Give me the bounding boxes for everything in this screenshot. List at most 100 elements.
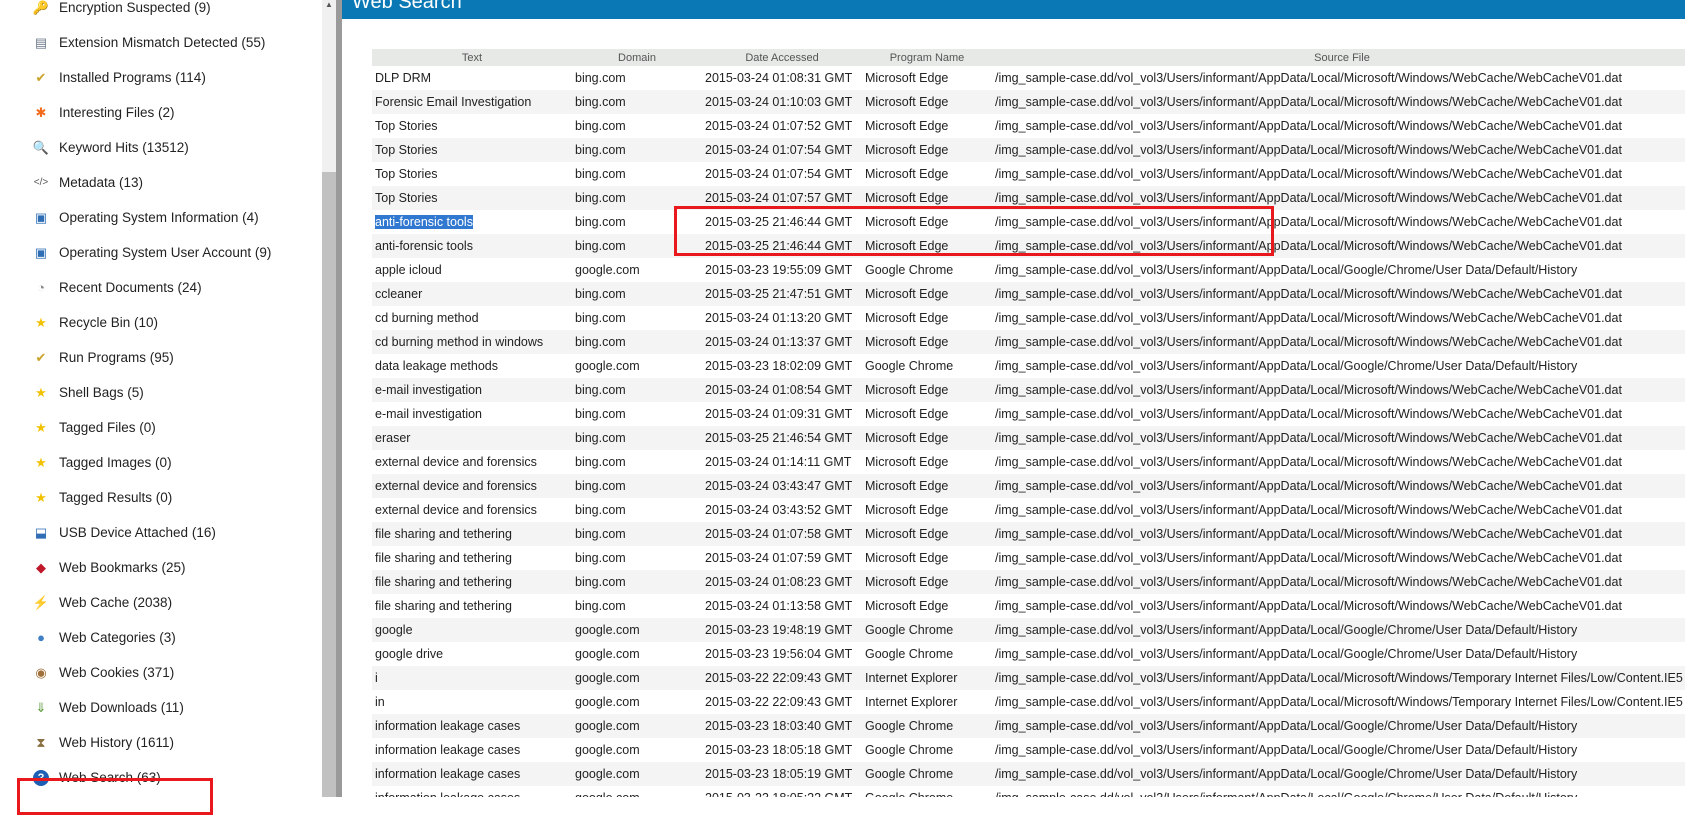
sidebar-scrollbar[interactable]: ▲ [322, 0, 336, 797]
table-row[interactable]: data leakage methods google.com 2015-03-23… [372, 354, 1685, 378]
sidebar-item[interactable]: ★ Tagged Files (0) [0, 410, 320, 445]
table-row[interactable]: information leakage casesgoogle.com2015-… [372, 738, 1685, 762]
cell-date-accessed: 2015-03-24 01:09:31 GMT [705, 407, 853, 421]
sidebar-item[interactable]: ▤ Extension Mismatch Detected (55) [0, 25, 320, 60]
table-row[interactable]: information leakage casesgoogle.com2015-… [372, 714, 1685, 738]
table-row[interactable]: Forensic Email Investigation bing.com 2015… [372, 90, 1685, 114]
cell-domain: bing.com [572, 330, 702, 354]
sidebar-item[interactable]: ⚡ Web Cache (2038) [0, 585, 320, 620]
cell-text: Top Stories [375, 119, 438, 133]
sidebar-item[interactable]: ? Web Search (63) [0, 760, 320, 795]
cell-text: anti-forensic tools [372, 210, 572, 234]
table-row[interactable]: file sharing and tethering bing.com 2015-0… [372, 570, 1685, 594]
cell-text: external device and forensics [375, 455, 537, 469]
table-body: DLP DRM bing.com 2015-03-24 01:08:31 GMT Mi… [372, 66, 1685, 797]
results-table-wrap: Text Domain Date Accessed Program Name S… [372, 49, 1685, 797]
cell-domain: google.com [572, 666, 702, 690]
table-row[interactable]: ccleaner bing.com 2015-03-25 21:47:51 GMT M… [372, 282, 1685, 306]
cell-source-file: /img_sample-case.dd/vol_vol3/Users/infor… [995, 167, 1622, 181]
star-icon: ★ [35, 419, 47, 435]
table-row[interactable]: Top Stories bing.com 2015-03-24 01:07:54 G… [372, 162, 1685, 186]
sidebar-item-label: Metadata (13) [59, 175, 144, 190]
cell-source-file: /img_sample-case.dd/vol_vol3/Users/infor… [995, 599, 1622, 613]
table-row[interactable]: e-mail investigation bing.com 2015-03-24 0… [372, 378, 1685, 402]
sidebar-item-label: Extension Mismatch Detected (55) [59, 35, 266, 50]
usb-icon: ⬓ [34, 524, 48, 540]
star-icon: ★ [35, 314, 47, 330]
scroll-up-arrow-icon[interactable]: ▲ [325, 0, 333, 9]
cell-program-name: Google Chrome [865, 263, 954, 277]
sidebar-item[interactable]: ✔ Run Programs (95) [0, 340, 320, 375]
table-row[interactable]: information leakage casesgoogle.com2015-… [372, 762, 1685, 786]
table-row[interactable]: e-mail investigation bing.com 2015-03-24 0… [372, 402, 1685, 426]
sidebar-item[interactable]: ◉ Web Cookies (371) [0, 655, 320, 690]
table-row[interactable]: file sharing and tethering bing.com 2015-0… [372, 522, 1685, 546]
sidebar-item[interactable]: ⬓ USB Device Attached (16) [0, 515, 320, 550]
cell-program-name: Google Chrome [862, 762, 992, 786]
column-header-text[interactable]: Text [372, 49, 572, 66]
sidebar-item[interactable]: </> Metadata (13) [0, 165, 320, 200]
table-row[interactable]: google google.com 2015-03-23 19:48:19 GMT G… [372, 618, 1685, 642]
sidebar: 🔑 Encryption Suspected (9) ▤ Extension Mism… [0, 0, 322, 797]
column-header-domain[interactable]: Domain [572, 49, 702, 66]
cell-source-file: /img_sample-case.dd/vol_vol3/Users/infor… [995, 695, 1683, 709]
cell-date-accessed: 2015-03-24 01:14:11 GMT [705, 455, 852, 469]
table-row[interactable]: external device and forensics bing.com 201… [372, 498, 1685, 522]
table-row[interactable]: external device and forensics bing.com 201… [372, 450, 1685, 474]
cell-text: external device and forensics [375, 503, 537, 517]
sidebar-item[interactable]: ★ Shell Bags (5) [0, 375, 320, 410]
sidebar-item[interactable]: ◆ Web Bookmarks (25) [0, 550, 320, 585]
sidebar-item[interactable]: ★ Recycle Bin (10) [0, 305, 320, 340]
sidebar-item[interactable]: ✔ Installed Programs (114) [0, 60, 320, 95]
sidebar-item-label: Keyword Hits (13512) [59, 140, 189, 155]
sidebar-item-label: USB Device Attached (16) [59, 525, 216, 540]
cell-domain: bing.com [572, 234, 702, 258]
column-header-program-name[interactable]: Program Name [862, 49, 992, 66]
sidebar-item[interactable]: ◔ Recent Documents (24) [0, 270, 320, 305]
cell-domain: bing.com [572, 522, 702, 546]
table-row[interactable]: anti-forensic tools bing.com 2015-03-25 21… [372, 210, 1685, 234]
table-row[interactable]: DLP DRM bing.com 2015-03-24 01:08:31 GMT Mi… [372, 66, 1685, 90]
sidebar-scroll-thumb[interactable] [322, 172, 336, 797]
cell-date-accessed: 2015-03-23 19:48:19 GMT [702, 618, 862, 642]
sidebar-item[interactable]: ⇓ Web Downloads (11) [0, 690, 320, 725]
cell-date-accessed: 2015-03-24 01:08:23 GMT [702, 570, 862, 594]
cell-domain: bing.com [572, 426, 702, 450]
column-header-source-file[interactable]: Source File [992, 49, 1685, 66]
table-row[interactable]: cd burning method bing.com 2015-03-24 01:1… [372, 306, 1685, 330]
table-row[interactable]: external device and forensics bing.com 201… [372, 474, 1685, 498]
cell-program-name: Internet Explorer [865, 695, 958, 709]
cell-text: cd burning method in windows [372, 330, 572, 354]
column-header-date-accessed[interactable]: Date Accessed [702, 49, 862, 66]
sidebar-item[interactable]: ▣ Operating System User Account (9) [0, 235, 320, 270]
table-row[interactable]: Top Stories bing.com 2015-03-24 01:07:54 G… [372, 138, 1685, 162]
table-row[interactable]: file sharing and tethering bing.com 2015-0… [372, 546, 1685, 570]
sidebar-item[interactable]: ⧗ Web History (1611) [0, 725, 320, 760]
table-row[interactable]: google drive google.com 2015-03-23 19:56:0… [372, 642, 1685, 666]
table-row[interactable]: information leakage casesgoogle.com2015-… [372, 786, 1685, 797]
sidebar-item[interactable]: ★ Tagged Results (0) [0, 480, 320, 515]
sidebar-item[interactable]: 🔍 Keyword Hits (13512) [0, 130, 320, 165]
table-row[interactable]: Top Stories bing.com 2015-03-24 01:07:52 G… [372, 114, 1685, 138]
cell-text: google [372, 618, 572, 642]
table-row[interactable]: eraser bing.com 2015-03-25 21:46:54 GMT Mic… [372, 426, 1685, 450]
cell-source-file: /img_sample-case.dd/vol_vol3/Users/infor… [992, 522, 1685, 546]
table-row[interactable]: file sharing and tethering bing.com 2015-0… [372, 594, 1685, 618]
sidebar-item[interactable]: ● Web Categories (3) [0, 620, 320, 655]
table-row[interactable]: anti-forensic tools bing.com 2015-03-25 21… [372, 234, 1685, 258]
table-row[interactable]: i google.com 2015-03-22 22:09:43 GMT Intern… [372, 666, 1685, 690]
sidebar-item[interactable]: ★ Tagged Images (0) [0, 445, 320, 480]
sidebar-item-label: Run Programs (95) [59, 350, 174, 365]
cell-domain: bing.com [575, 71, 626, 85]
cell-domain: bing.com [572, 186, 702, 210]
cookie-icon: ◉ [35, 664, 47, 680]
sidebar-item[interactable]: ▣ Operating System Information (4) [0, 200, 320, 235]
table-row[interactable]: in google.com 2015-03-22 22:09:43 GMT Inter… [372, 690, 1685, 714]
sidebar-item[interactable]: ✱ Interesting Files (2) [0, 95, 320, 130]
cell-date-accessed: 2015-03-23 18:05:18 GMT [705, 743, 853, 757]
sidebar-item[interactable]: 🔑 Encryption Suspected (9) [0, 0, 320, 25]
table-row[interactable]: cd burning method in windows bing.com 2015… [372, 330, 1685, 354]
table-row[interactable]: Top Stories bing.com 2015-03-24 01:07:57 G… [372, 186, 1685, 210]
user-computer-icon: ▣ [34, 244, 48, 260]
table-row[interactable]: apple icloud google.com 2015-03-23 19:55:0… [372, 258, 1685, 282]
